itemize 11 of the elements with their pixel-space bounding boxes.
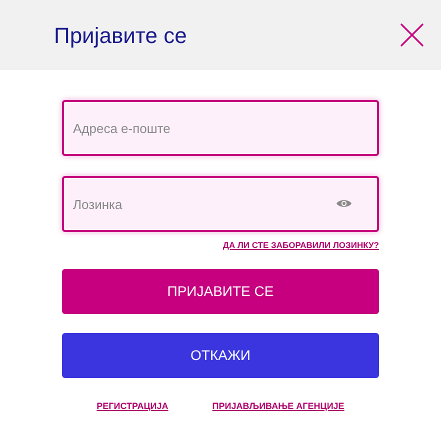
close-button[interactable] [399,22,425,48]
forgot-password-link[interactable]: ДА ЛИ СТЕ ЗАБОРАВИЛИ ЛОЗИНКУ? [222,239,379,252]
agency-login-link[interactable]: ПРИЈАВЉИВАЊЕ АГЕНЦИЈЕ [212,400,344,414]
cancel-button[interactable]: ОТКАЖИ [62,332,379,378]
close-icon [400,23,424,47]
email-field[interactable]: Адреса е-поште [62,100,379,156]
password-field[interactable]: Лозинка [62,176,379,232]
register-link[interactable]: РЕГИСТРАЦИЈА [96,400,168,414]
dialog-title: Пријавите се [54,22,187,50]
eye-icon[interactable] [336,198,352,209]
login-button[interactable]: ПРИЈАВИТЕ СЕ [62,268,379,314]
